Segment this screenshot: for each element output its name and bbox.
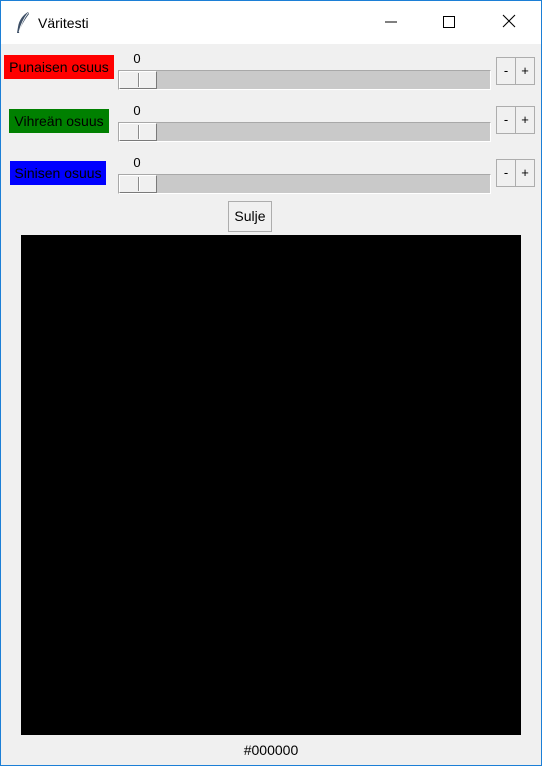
title-bar[interactable]: Väritesti bbox=[1, 1, 541, 44]
minimize-button[interactable] bbox=[368, 1, 414, 44]
maximize-button[interactable] bbox=[426, 1, 472, 44]
red-value: 0 bbox=[133, 51, 141, 66]
blue-value: 0 bbox=[133, 155, 141, 170]
green-increase-button[interactable]: + bbox=[515, 106, 535, 134]
blue-slider-thumb[interactable] bbox=[119, 175, 157, 193]
green-slider-thumb[interactable] bbox=[119, 123, 157, 141]
close-window-button[interactable] bbox=[486, 1, 532, 44]
feather-icon bbox=[15, 11, 31, 35]
green-label: Vihreän osuus bbox=[9, 109, 109, 133]
maximize-icon bbox=[443, 15, 455, 31]
blue-decrease-button[interactable]: - bbox=[496, 159, 516, 187]
green-value: 0 bbox=[133, 103, 141, 118]
green-slider[interactable] bbox=[118, 122, 491, 142]
red-slider[interactable] bbox=[118, 70, 491, 90]
window-title: Väritesti bbox=[38, 15, 89, 31]
color-hex-value: #000000 bbox=[243, 742, 299, 758]
blue-increase-button[interactable]: + bbox=[515, 159, 535, 187]
minimize-icon bbox=[385, 15, 397, 31]
blue-label: Sinisen osuus bbox=[10, 161, 106, 185]
red-decrease-button[interactable]: - bbox=[496, 57, 516, 85]
app-window: Väritesti Punaisen osuus 0 - + Vihreän o… bbox=[0, 0, 542, 766]
red-increase-button[interactable]: + bbox=[515, 57, 535, 85]
blue-slider[interactable] bbox=[118, 174, 491, 194]
red-label: Punaisen osuus bbox=[4, 55, 114, 79]
green-decrease-button[interactable]: - bbox=[496, 106, 516, 134]
close-icon bbox=[502, 14, 516, 31]
close-button[interactable]: Sulje bbox=[228, 201, 272, 232]
color-preview bbox=[21, 235, 521, 735]
red-slider-thumb[interactable] bbox=[119, 71, 157, 89]
